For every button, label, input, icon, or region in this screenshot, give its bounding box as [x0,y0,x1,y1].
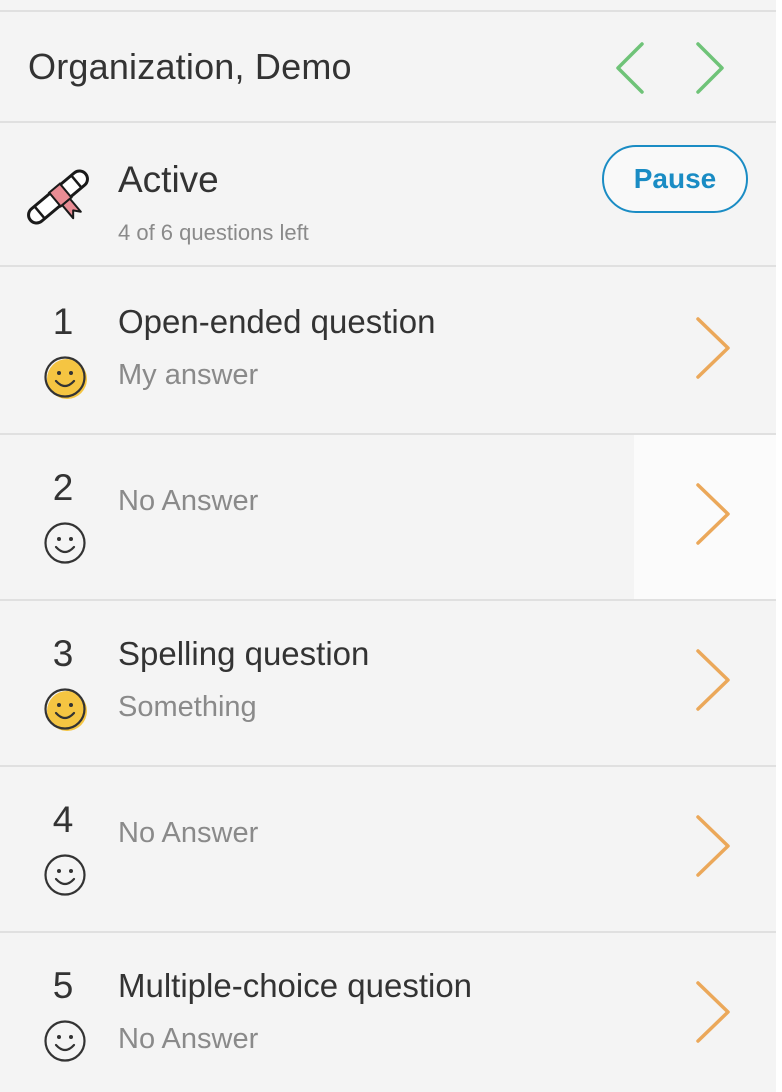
question-number: 3 [52,633,74,674]
question-row[interactable]: 5 Multiple-choice question No Answer [0,933,776,1092]
previous-button[interactable] [602,38,662,98]
right-edge [776,0,782,1092]
chevron-right-icon [696,42,724,94]
next-button[interactable] [680,38,740,98]
question-row[interactable]: 4 No Answer [0,767,776,933]
questions-left-text: 4 of 6 questions left [118,220,309,245]
question-answer: My answer [118,359,259,391]
chevron-right-icon [696,981,730,1043]
smiley-answered-icon [44,688,87,731]
question-title: Multiple-choice question [118,967,473,1004]
question-row[interactable]: 1 Open-ended question My answer [0,269,776,435]
question-number: 1 [52,301,74,342]
assignment-status: Active 4 of 6 questions left Pause [0,125,776,267]
question-number: 2 [52,467,74,508]
question-row[interactable]: 2 No Answer [0,435,776,601]
chevron-right-icon [696,483,730,545]
question-answer: No Answer [118,817,259,849]
smiley-outline-icon [44,1020,86,1062]
chevron-right-icon [696,317,730,379]
status-title: Active [118,159,219,200]
question-title: Open-ended question [118,303,436,340]
smiley-outline-icon [44,854,86,896]
header: Organization, Demo [0,12,776,123]
chevron-right-icon [696,649,730,711]
question-answer: No Answer [118,1023,259,1055]
chevron-left-icon [616,42,644,94]
pause-button[interactable]: Pause [602,145,748,213]
question-row[interactable]: 3 Spelling question Something [0,601,776,767]
diploma-icon [27,169,89,225]
question-answer: No Answer [118,485,259,517]
question-answer: Something [118,691,257,723]
page-title: Organization, Demo [28,46,352,87]
chevron-right-icon [696,815,730,877]
question-number: 4 [52,799,74,840]
question-title: Spelling question [118,635,370,672]
smiley-outline-icon [44,522,86,564]
question-number: 5 [52,965,74,1006]
smiley-answered-icon [44,356,87,399]
